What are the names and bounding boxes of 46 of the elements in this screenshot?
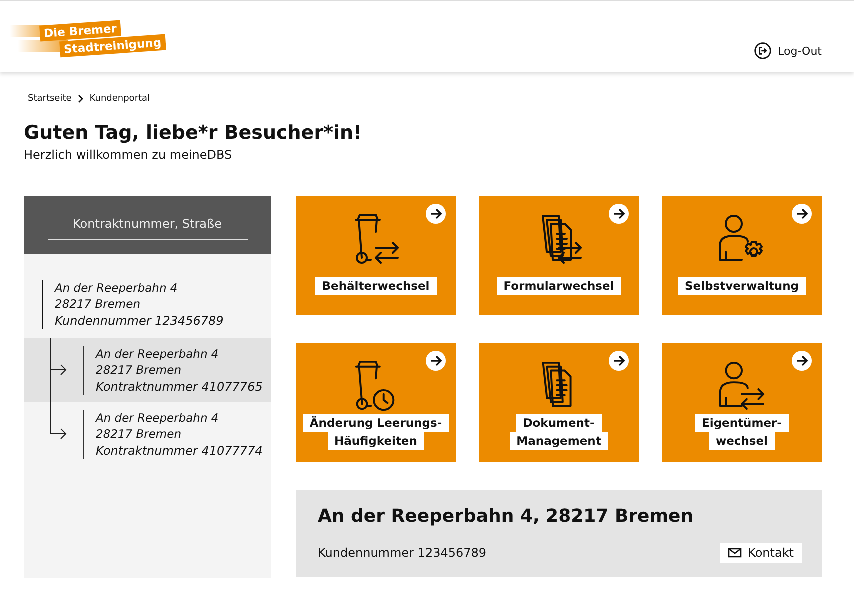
mail-icon: [728, 548, 742, 558]
arrow-right-icon: [792, 204, 812, 224]
breadcrumb-link[interactable]: Startseite: [28, 94, 72, 104]
logout-link[interactable]: Log-Out: [754, 42, 822, 60]
contract-item[interactable]: An der Reeperbahn 4 28217 Bremen Kontraktnummer 41077774: [24, 402, 271, 466]
arrow-right-icon: [609, 204, 629, 224]
contract-number: Kontraktnummer 41077765: [96, 378, 263, 394]
address-city: 28217 Bremen: [96, 426, 182, 442]
contact-button[interactable]: Kontakt: [720, 543, 802, 563]
address-street: An der Reeperbahn 4: [96, 410, 220, 426]
tile-label: Dokument-: [516, 414, 602, 432]
service-tile[interactable]: Formularwechsel: [479, 196, 639, 315]
search-bar[interactable]: Kontraktnummer, Straße: [24, 196, 271, 254]
address-street: An der Reeperbahn 4: [55, 280, 179, 296]
tile-label: Formularwechsel: [496, 277, 622, 295]
tile-label: Häufigkeiten: [328, 432, 424, 450]
service-tile[interactable]: Selbstverwaltung: [662, 196, 822, 315]
arrow-right-icon: [426, 204, 446, 224]
page-title: Guten Tag, liebe*r Besucher*in!: [24, 122, 364, 144]
breadcrumb-link[interactable]: Kundenportal: [90, 94, 150, 104]
arrow-right-icon: [609, 351, 629, 371]
service-tile[interactable]: Dokument- Management: [479, 343, 639, 462]
arrow-right-icon: [426, 351, 446, 371]
service-tile[interactable]: Behälterwechsel: [296, 196, 456, 315]
chevron-icon: [78, 95, 84, 103]
service-tile[interactable]: Eigentümer- wechsel: [662, 343, 822, 462]
arrow-right-icon: [792, 351, 812, 371]
customer-number: Kundennummer 123456789: [55, 313, 225, 329]
address-city: 28217 Bremen: [55, 296, 142, 312]
customer-number: Kundennummer 123456789: [318, 546, 487, 560]
customer-item[interactable]: An der Reeperbahn 4 28217 Bremen Kundennummer 123456789: [24, 254, 271, 338]
search-field[interactable]: Kontraktnummer, Straße: [48, 210, 248, 240]
address-city: 28217 Bremen: [96, 362, 182, 378]
tile-label: wechsel: [708, 432, 775, 450]
tile-label: Änderung Leerungs-: [302, 414, 450, 432]
tile-label: Selbstverwaltung: [678, 277, 806, 295]
tile-label: Behälterwechsel: [315, 277, 437, 295]
address-street: An der Reeperbahn 4: [96, 346, 220, 362]
contract-number: Kontraktnummer 41077774: [96, 442, 263, 458]
contract-item[interactable]: An der Reeperbahn 4 28217 Bremen Kontraktnummer 41077765: [24, 338, 271, 402]
tile-label: Management: [510, 432, 608, 450]
summary-title: An der Reeperbahn 4, 28217 Bremen: [318, 506, 695, 527]
service-tile[interactable]: Änderung Leerungs- Häufigkeiten: [296, 343, 456, 462]
tile-label: Eigentümer-: [695, 414, 789, 432]
logout-icon: [754, 42, 772, 60]
page-subtitle: Herzlich willkommen zu meineDBS: [24, 148, 234, 162]
